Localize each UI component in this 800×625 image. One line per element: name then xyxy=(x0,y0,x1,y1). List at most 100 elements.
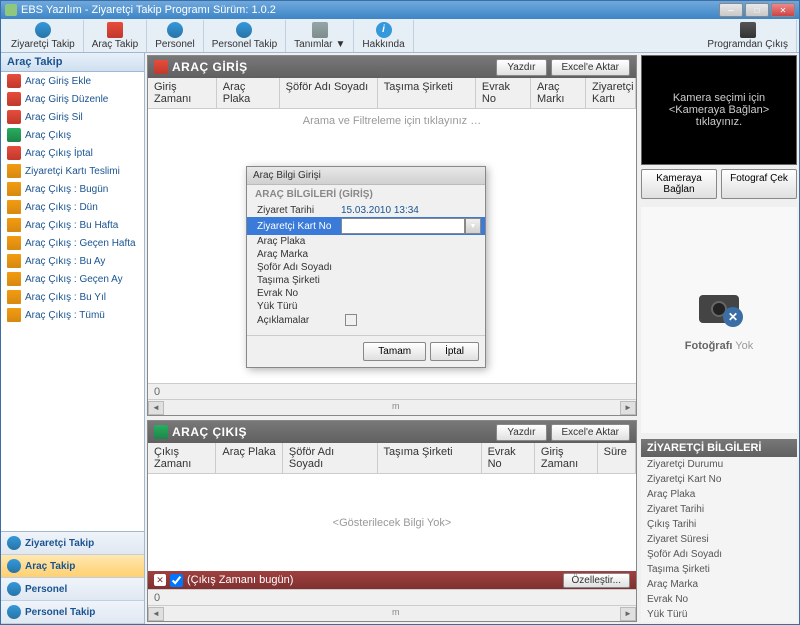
toolbar-tanımlar[interactable]: Tanımlar▼ xyxy=(286,20,354,52)
info-item: Ziyaret Süresi xyxy=(641,532,797,547)
nav-item[interactable]: Personel Takip xyxy=(1,601,144,624)
print-button[interactable]: Yazdır xyxy=(496,59,546,76)
column-header[interactable]: Şöför Adı Soyadı xyxy=(283,443,378,473)
car-icon xyxy=(7,110,21,124)
column-header[interactable]: Süre xyxy=(598,443,636,473)
exit-icon xyxy=(740,22,756,38)
dialog-section: ARAÇ BİLGİLERİ (GİRİŞ) xyxy=(247,185,485,204)
dialog-row[interactable]: Araç Marka xyxy=(247,248,485,261)
sidebar-item[interactable]: Araç Çıkış : Geçen Hafta xyxy=(1,234,144,252)
column-header[interactable]: Çıkış Zamanı xyxy=(148,443,216,473)
dialog-row[interactable]: Şoför Adı Soyadı xyxy=(247,261,485,274)
dialog-row[interactable]: Yük Türü xyxy=(247,300,485,313)
panel-footer-cikis: 0 xyxy=(148,589,636,605)
dialog-row[interactable]: Ziyaret Tarihi15.03.2010 13:34 xyxy=(247,204,485,217)
sidebar-item[interactable]: Araç Çıkış : Bugün xyxy=(1,180,144,198)
exit-button[interactable]: Programdan Çıkış xyxy=(699,20,797,52)
camera-connect-button[interactable]: Kameraya Bağlan xyxy=(641,169,717,199)
column-header[interactable]: Evrak No xyxy=(476,78,531,108)
scrollbar[interactable]: m xyxy=(164,607,620,621)
scroll-right-icon[interactable]: ► xyxy=(620,401,636,415)
car-icon xyxy=(7,74,21,88)
nav-item[interactable]: Ziyaretçi Takip xyxy=(1,532,144,555)
sidebar-item[interactable]: Araç Çıkış : Tümü xyxy=(1,306,144,324)
info-icon: i xyxy=(376,22,392,38)
sidebar-item[interactable]: Araç Çıkış : Geçen Ay xyxy=(1,270,144,288)
scroll-left-icon[interactable]: ◄ xyxy=(148,607,164,621)
dialog-row[interactable]: Açıklamalar xyxy=(247,313,485,327)
nav-item[interactable]: Araç Takip xyxy=(1,555,144,578)
toolbar-personel[interactable]: Personel xyxy=(147,20,203,52)
sidebar-item[interactable]: Araç Çıkış : Bu Hafta xyxy=(1,216,144,234)
filter-close-icon[interactable]: ✕ xyxy=(154,574,166,586)
column-header[interactable]: Araç Plaka xyxy=(216,443,283,473)
note-icon[interactable] xyxy=(345,314,357,326)
dialog-row[interactable]: Araç Plaka xyxy=(247,235,485,248)
dialog-title: Araç Bilgi Girişi xyxy=(247,167,485,185)
camera-capture-button[interactable]: Fotograf Çek xyxy=(721,169,797,199)
nav-icon xyxy=(7,536,21,550)
export-excel-button[interactable]: Excel'e Aktar xyxy=(551,424,631,441)
customize-filter-button[interactable]: Özelleştir... xyxy=(563,573,630,588)
toolbar-hakkında[interactable]: iHakkında xyxy=(354,20,413,52)
sidebar-item[interactable]: Araç Çıkış : Bu Ay xyxy=(1,252,144,270)
list-icon xyxy=(7,254,21,268)
column-header[interactable]: Taşıma Şirketi xyxy=(378,443,482,473)
ok-button[interactable]: Tamam xyxy=(363,342,426,361)
scroll-right-icon[interactable]: ► xyxy=(620,607,636,621)
column-header[interactable]: Taşıma Şirketi xyxy=(378,78,476,108)
car-g-icon xyxy=(7,128,21,142)
dialog-row[interactable]: Taşıma Şirketi xyxy=(247,274,485,287)
grid-header-giris[interactable]: Giriş ZamanıAraç PlakaŞöför Adı SoyadıTa… xyxy=(148,78,636,109)
close-button[interactable]: ✕ xyxy=(771,3,795,17)
minimize-button[interactable]: ─ xyxy=(719,3,743,17)
sidebar-item[interactable]: Araç Giriş Düzenle xyxy=(1,90,144,108)
sidebar-item[interactable]: Araç Çıkış : Bu Yıl xyxy=(1,288,144,306)
dialog-row[interactable]: Ziyaretçi Kart No▼ xyxy=(247,217,485,235)
sidebar-item[interactable]: Ziyaretçi Kartı Teslimi xyxy=(1,162,144,180)
scrollbar[interactable]: m xyxy=(164,401,620,415)
sidebar-item[interactable]: Araç Giriş Sil xyxy=(1,108,144,126)
visitor-info-panel: ZİYARETÇİ BİLGİLERİ Ziyaretçi DurumuZiya… xyxy=(641,439,797,622)
print-button[interactable]: Yazdır xyxy=(496,424,546,441)
column-header[interactable]: Giriş Zamanı xyxy=(148,78,217,108)
info-item: Çıkış Tarihi xyxy=(641,517,797,532)
sidebar-item[interactable]: Araç Çıkış xyxy=(1,126,144,144)
grid-header-cikis[interactable]: Çıkış ZamanıAraç PlakaŞöför Adı SoyadıTa… xyxy=(148,443,636,474)
nav-icon xyxy=(7,605,21,619)
car-icon xyxy=(154,425,168,439)
nav-item[interactable]: Personel xyxy=(1,578,144,601)
filter-checkbox[interactable] xyxy=(170,574,183,587)
info-item: Yük Türü xyxy=(641,607,797,622)
sidebar-item[interactable]: Araç Çıkış : Dün xyxy=(1,198,144,216)
column-header[interactable]: Giriş Zamanı xyxy=(535,443,598,473)
sidebar-item[interactable]: Araç Giriş Ekle xyxy=(1,72,144,90)
nav-icon xyxy=(7,582,21,596)
camera-preview: Kamera seçimi için <Kameraya Bağlan> tık… xyxy=(641,55,797,165)
info-item: Ziyaret Tarihi xyxy=(641,502,797,517)
toolbar-personel-takip[interactable]: Personel Takip xyxy=(204,20,286,52)
dialog-row[interactable]: Evrak No xyxy=(247,287,485,300)
dialog-arac-bilgi: Araç Bilgi Girişi ARAÇ BİLGİLERİ (GİRİŞ)… xyxy=(246,166,486,368)
list-icon xyxy=(7,236,21,250)
scroll-left-icon[interactable]: ◄ xyxy=(148,401,164,415)
cancel-button[interactable]: İptal xyxy=(430,342,479,361)
export-excel-button[interactable]: Excel'e Aktar xyxy=(551,59,631,76)
dialog-input[interactable] xyxy=(341,218,465,234)
column-header[interactable]: Araç Plaka xyxy=(217,78,280,108)
list-icon xyxy=(7,218,21,232)
car-icon xyxy=(7,146,21,160)
toolbar-ziyaretçi-takip[interactable]: Ziyaretçi Takip xyxy=(3,20,84,52)
column-header[interactable]: Araç Markı xyxy=(531,78,586,108)
panel-title-giris: ARAÇ GİRİŞ xyxy=(172,60,248,74)
column-header[interactable]: Evrak No xyxy=(482,443,535,473)
car-icon xyxy=(154,60,168,74)
sidebar-item[interactable]: Araç Çıkış İptal xyxy=(1,144,144,162)
car-icon xyxy=(107,22,123,38)
column-header[interactable]: Ziyaretçi Kartı xyxy=(586,78,636,108)
dropdown-icon[interactable]: ▼ xyxy=(465,218,481,234)
maximize-button[interactable]: □ xyxy=(745,3,769,17)
person-icon xyxy=(35,22,51,38)
toolbar-araç-takip[interactable]: Araç Takip xyxy=(84,20,148,52)
column-header[interactable]: Şöför Adı Soyadı xyxy=(280,78,378,108)
